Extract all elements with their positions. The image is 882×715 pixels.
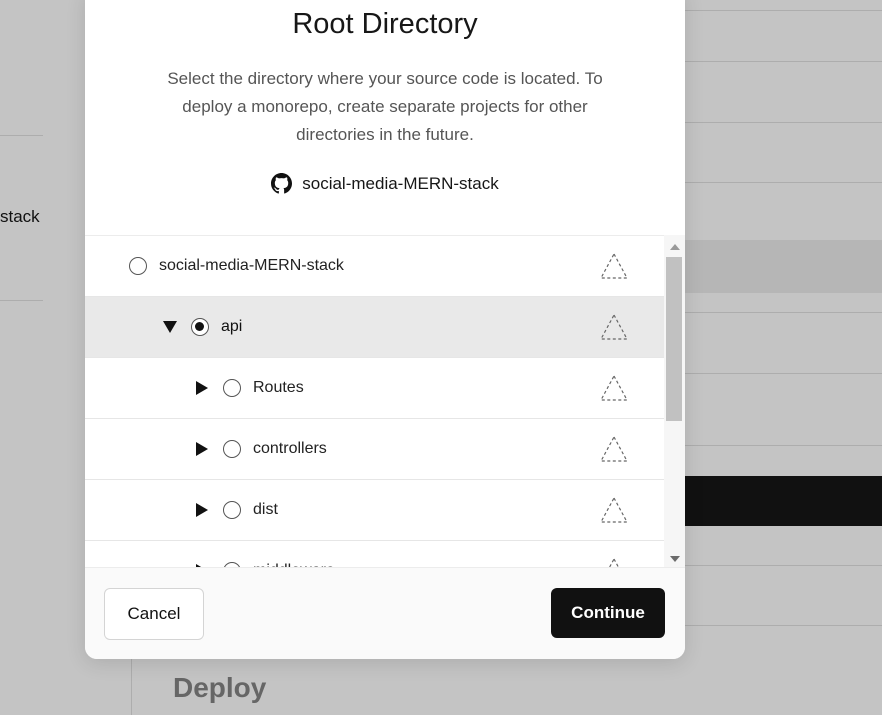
triangle-dashed-icon	[599, 435, 629, 462]
divider	[685, 445, 882, 446]
caret-right-icon[interactable]	[196, 503, 208, 517]
background-dark-button	[685, 476, 882, 526]
caret-right-icon[interactable]	[196, 381, 208, 395]
directory-tree[interactable]: social-media-MERN-stack api Routes contr…	[85, 235, 664, 569]
radio-button[interactable]	[129, 257, 147, 275]
github-icon	[271, 173, 293, 194]
scroll-down-arrow-icon[interactable]	[670, 556, 680, 562]
background-text: stack	[0, 207, 40, 226]
cancel-button[interactable]: Cancel	[104, 588, 204, 640]
radio-button[interactable]	[223, 379, 241, 397]
divider	[685, 10, 882, 11]
tree-row-routes[interactable]: Routes	[85, 358, 664, 419]
divider	[685, 182, 882, 183]
triangle-dashed-icon	[599, 252, 629, 279]
repo-name: social-media-MERN-stack	[302, 173, 499, 193]
modal-footer: Cancel Continue	[85, 567, 685, 659]
tree-row-label: dist	[253, 501, 278, 518]
caret-right-icon[interactable]	[196, 442, 208, 456]
section-title: Deploy	[173, 672, 267, 703]
scrollbar-thumb[interactable]	[666, 257, 682, 421]
repo-header: social-media-MERN-stack	[85, 173, 685, 194]
radio-button[interactable]	[223, 501, 241, 519]
modal-title: Root Directory	[292, 8, 478, 40]
caret-down-icon[interactable]	[163, 321, 177, 333]
scroll-up-arrow-icon[interactable]	[670, 244, 680, 250]
divider	[685, 565, 882, 566]
triangle-dashed-icon	[599, 374, 629, 401]
tree-row-middleware[interactable]: middleware	[85, 541, 664, 569]
divider	[0, 300, 43, 301]
background-highlight-row	[685, 240, 882, 293]
modal-description: Select the directory where your source c…	[167, 69, 603, 144]
continue-button[interactable]: Continue	[551, 588, 665, 638]
divider	[685, 61, 882, 62]
tree-row-root[interactable]: social-media-MERN-stack	[85, 236, 664, 297]
tree-row-dist[interactable]: dist	[85, 480, 664, 541]
tree-row-label: controllers	[253, 440, 327, 457]
divider	[685, 122, 882, 123]
triangle-dashed-icon	[599, 313, 629, 340]
tree-row-api[interactable]: api	[85, 297, 664, 358]
tree-row-label: api	[221, 318, 243, 335]
divider	[0, 135, 43, 136]
root-directory-modal: Root Directory Select the directory wher…	[85, 0, 685, 659]
triangle-dashed-icon	[599, 496, 629, 523]
scrollbar[interactable]	[664, 235, 685, 568]
background-right-column	[685, 0, 882, 715]
radio-button[interactable]	[223, 440, 241, 458]
divider	[685, 312, 882, 313]
tree-row-label: social-media-MERN-stack	[159, 257, 344, 274]
divider	[685, 373, 882, 374]
tree-row-controllers[interactable]: controllers	[85, 419, 664, 480]
radio-button[interactable]	[191, 318, 209, 336]
tree-row-label: Routes	[253, 379, 304, 396]
